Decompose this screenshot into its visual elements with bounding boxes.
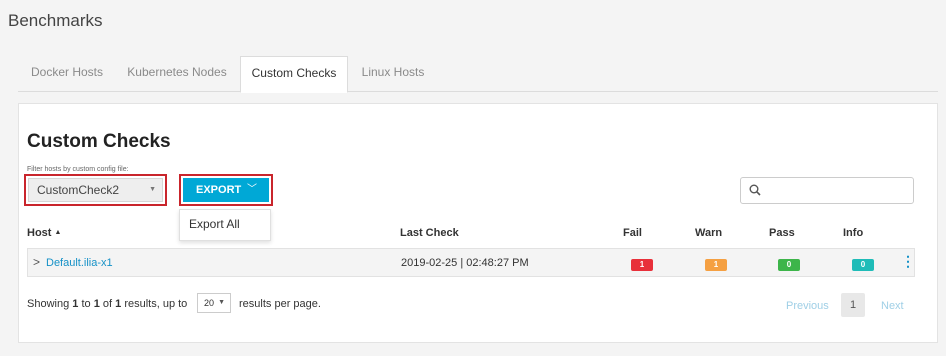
caret-down-icon: ▼ bbox=[218, 299, 225, 306]
chevron-down-icon: ﹀ bbox=[247, 184, 257, 195]
page-title: Benchmarks bbox=[8, 11, 103, 30]
pagination-previous[interactable]: Previous bbox=[786, 300, 829, 312]
sort-asc-icon: ▲ bbox=[54, 229, 62, 236]
search-icon bbox=[749, 184, 761, 196]
pagination-next[interactable]: Next bbox=[881, 300, 904, 312]
export-menu: Export All bbox=[179, 209, 271, 241]
row-actions-kebab-icon[interactable]: ⋮ bbox=[901, 253, 915, 270]
per-page-select[interactable]: 20 ▼ bbox=[197, 293, 231, 313]
info-count-badge: 0 bbox=[852, 259, 874, 271]
last-check-value: 2019-02-25 | 02:48:27 PM bbox=[401, 257, 529, 269]
export-button-label: EXPORT bbox=[196, 184, 242, 196]
column-header-fail[interactable]: Fail bbox=[623, 227, 642, 239]
search-input[interactable] bbox=[740, 177, 914, 204]
tab-linux-hosts[interactable]: Linux Hosts bbox=[348, 56, 438, 92]
pagination-current-page[interactable]: 1 bbox=[841, 293, 865, 317]
column-header-pass[interactable]: Pass bbox=[769, 227, 795, 239]
tab-bar: Docker Hosts Kubernetes Nodes Custom Che… bbox=[18, 56, 938, 93]
column-header-host[interactable]: Host ▲ bbox=[27, 227, 61, 239]
custom-checks-panel: Custom Checks Filter hosts by custom con… bbox=[18, 103, 938, 343]
table-row[interactable]: > Default.ilia-x1 2019-02-25 | 02:48:27 … bbox=[27, 248, 915, 277]
highlight-box-export: EXPORT ﹀ bbox=[179, 174, 273, 206]
config-file-select-value: CustomCheck2 bbox=[37, 183, 120, 197]
filter-label: Filter hosts by custom config file: bbox=[27, 166, 129, 173]
column-header-last-check[interactable]: Last Check bbox=[400, 227, 459, 239]
export-button[interactable]: EXPORT ﹀ bbox=[183, 178, 269, 202]
column-header-info[interactable]: Info bbox=[843, 227, 863, 239]
per-page-suffix: results per page. bbox=[239, 298, 321, 310]
chevron-right-icon[interactable]: > bbox=[33, 255, 40, 269]
pass-count-badge: 0 bbox=[778, 259, 800, 271]
config-file-select[interactable]: CustomCheck2 ▼ bbox=[28, 178, 163, 202]
host-link[interactable]: Default.ilia-x1 bbox=[46, 257, 113, 269]
fail-count-badge: 1 bbox=[631, 259, 653, 271]
menu-item-export-all[interactable]: Export All bbox=[189, 210, 270, 238]
tab-custom-checks[interactable]: Custom Checks bbox=[240, 56, 348, 93]
section-title: Custom Checks bbox=[27, 131, 171, 152]
tab-kubernetes-nodes[interactable]: Kubernetes Nodes bbox=[116, 56, 238, 92]
results-summary: Showing 1 to 1 of 1 results, up to bbox=[27, 298, 188, 310]
caret-down-icon: ▼ bbox=[149, 186, 156, 193]
tab-docker-hosts[interactable]: Docker Hosts bbox=[18, 56, 116, 92]
highlight-box-filter: CustomCheck2 ▼ bbox=[24, 174, 167, 206]
column-header-warn[interactable]: Warn bbox=[695, 227, 722, 239]
warn-count-badge: 1 bbox=[705, 259, 727, 271]
